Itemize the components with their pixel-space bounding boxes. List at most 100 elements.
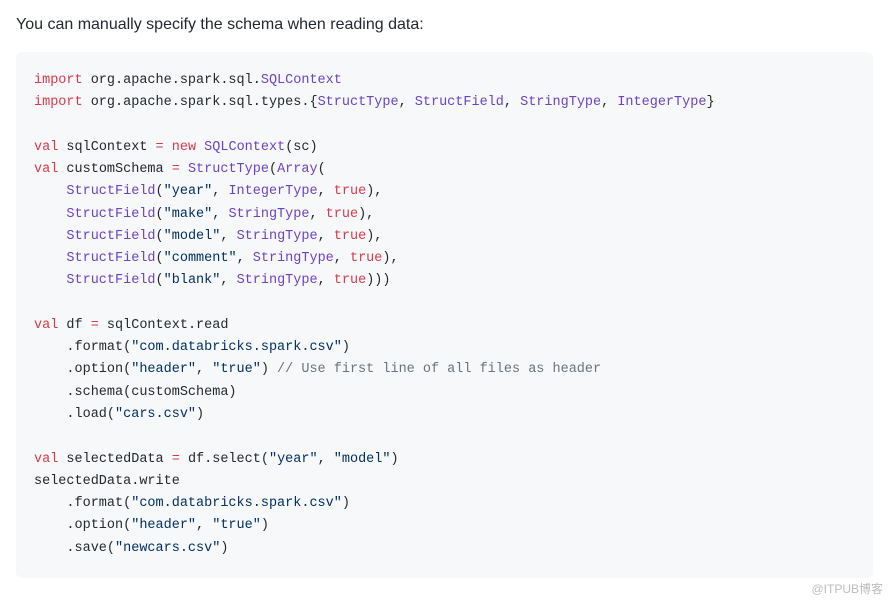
- code-block: import org.apache.spark.sql.SQLContext i…: [16, 52, 873, 578]
- code-text: ,: [318, 273, 334, 288]
- line-9: StructField("blank", StringType, true))): [34, 273, 391, 288]
- code-text: (sc): [285, 140, 317, 155]
- code-text: (: [156, 229, 164, 244]
- string-literal: "newcars.csv": [115, 541, 220, 556]
- code-text: .option(: [66, 362, 131, 377]
- code-text: ,: [212, 184, 228, 199]
- code-text: ,: [212, 207, 228, 222]
- keyword-val: val: [34, 162, 58, 177]
- type-name: StructField: [66, 273, 155, 288]
- type-name: IntegerType: [228, 184, 317, 199]
- code-text: [180, 162, 188, 177]
- keyword-new: new: [172, 140, 196, 155]
- keyword-val: val: [34, 318, 58, 333]
- line-3: val sqlContext = new SQLContext(sc): [34, 140, 318, 155]
- keyword-true: true: [334, 229, 366, 244]
- code-text: .load(: [66, 407, 115, 422]
- operator: =: [172, 162, 180, 177]
- string-literal: "make": [164, 207, 213, 222]
- string-literal: "year": [269, 452, 318, 467]
- string-literal: "com.databricks.spark.csv": [131, 340, 342, 355]
- type-name: StructField: [66, 229, 155, 244]
- string-literal: "year": [164, 184, 213, 199]
- code-text: (: [156, 251, 164, 266]
- indent: [34, 407, 66, 422]
- code-text: .format(: [66, 340, 131, 355]
- code-text: ))): [366, 273, 390, 288]
- code-text: ,: [504, 95, 520, 110]
- string-literal: "blank": [164, 273, 221, 288]
- code-text: selectedData.write: [34, 474, 180, 489]
- indent: [34, 251, 66, 266]
- code-text: selectedData: [58, 452, 171, 467]
- line-19: .save("newcars.csv"): [34, 541, 228, 556]
- code-text: ): [220, 541, 228, 556]
- code-text: ,: [399, 95, 415, 110]
- type-name: Array: [277, 162, 318, 177]
- code-text: ): [261, 362, 277, 377]
- keyword-import: import: [34, 73, 83, 88]
- code-text: ): [342, 496, 350, 511]
- code-text: ,: [237, 251, 253, 266]
- line-8: StructField("comment", StringType, true)…: [34, 251, 399, 266]
- type-name: StructType: [318, 95, 399, 110]
- indent: [34, 207, 66, 222]
- indent: [34, 362, 66, 377]
- indent: [34, 184, 66, 199]
- code-text: [196, 140, 204, 155]
- code-text: ): [196, 407, 204, 422]
- line-10: val df = sqlContext.read: [34, 318, 228, 333]
- line-16: selectedData.write: [34, 474, 180, 489]
- line-15: val selectedData = df.select("year", "mo…: [34, 452, 399, 467]
- code-text: ),: [366, 229, 382, 244]
- operator: =: [156, 140, 164, 155]
- type-name: SQLContext: [261, 73, 342, 88]
- type-name: StringType: [237, 229, 318, 244]
- type-name: StringType: [237, 273, 318, 288]
- type-name: StringType: [253, 251, 334, 266]
- line-18: .option("header", "true"): [34, 518, 269, 533]
- code-text: ): [391, 452, 399, 467]
- code-text: customSchema: [58, 162, 171, 177]
- line-11: .format("com.databricks.spark.csv"): [34, 340, 350, 355]
- keyword-import: import: [34, 95, 83, 110]
- code-text: ,: [318, 452, 334, 467]
- code-text: ),: [382, 251, 398, 266]
- code-text: [164, 140, 172, 155]
- string-literal: "true": [212, 518, 261, 533]
- keyword-true: true: [350, 251, 382, 266]
- operator: =: [172, 452, 180, 467]
- line-4: val customSchema = StructType(Array(: [34, 162, 326, 177]
- code-text: .format(: [66, 496, 131, 511]
- string-literal: "true": [212, 362, 261, 377]
- code-text: ,: [196, 518, 212, 533]
- line-14: .load("cars.csv"): [34, 407, 204, 422]
- code-text: (: [318, 162, 326, 177]
- string-literal: "header": [131, 362, 196, 377]
- line-1: import org.apache.spark.sql.SQLContext: [34, 73, 342, 88]
- code-text: ,: [196, 362, 212, 377]
- code-text: ,: [309, 207, 325, 222]
- string-literal: "header": [131, 518, 196, 533]
- watermark: @ITPUB博客: [811, 580, 883, 597]
- string-literal: "comment": [164, 251, 237, 266]
- type-name: StructField: [415, 95, 504, 110]
- code-text: ,: [220, 273, 236, 288]
- code-text: sqlContext: [58, 140, 155, 155]
- indent: [34, 518, 66, 533]
- code-text: ,: [220, 229, 236, 244]
- string-literal: "cars.csv": [115, 407, 196, 422]
- keyword-true: true: [326, 207, 358, 222]
- line-13: .schema(customSchema): [34, 385, 237, 400]
- indent: [34, 229, 66, 244]
- code-text: ,: [334, 251, 350, 266]
- keyword-true: true: [334, 273, 366, 288]
- code-text: ,: [601, 95, 617, 110]
- code-text: sqlContext.read: [99, 318, 229, 333]
- code-text: ,: [318, 229, 334, 244]
- code-text: org.apache.spark.sql.types.{: [83, 95, 318, 110]
- type-name: SQLContext: [204, 140, 285, 155]
- type-name: StructType: [188, 162, 269, 177]
- line-2: import org.apache.spark.sql.types.{Struc…: [34, 95, 715, 110]
- line-12: .option("header", "true") // Use first l…: [34, 362, 601, 377]
